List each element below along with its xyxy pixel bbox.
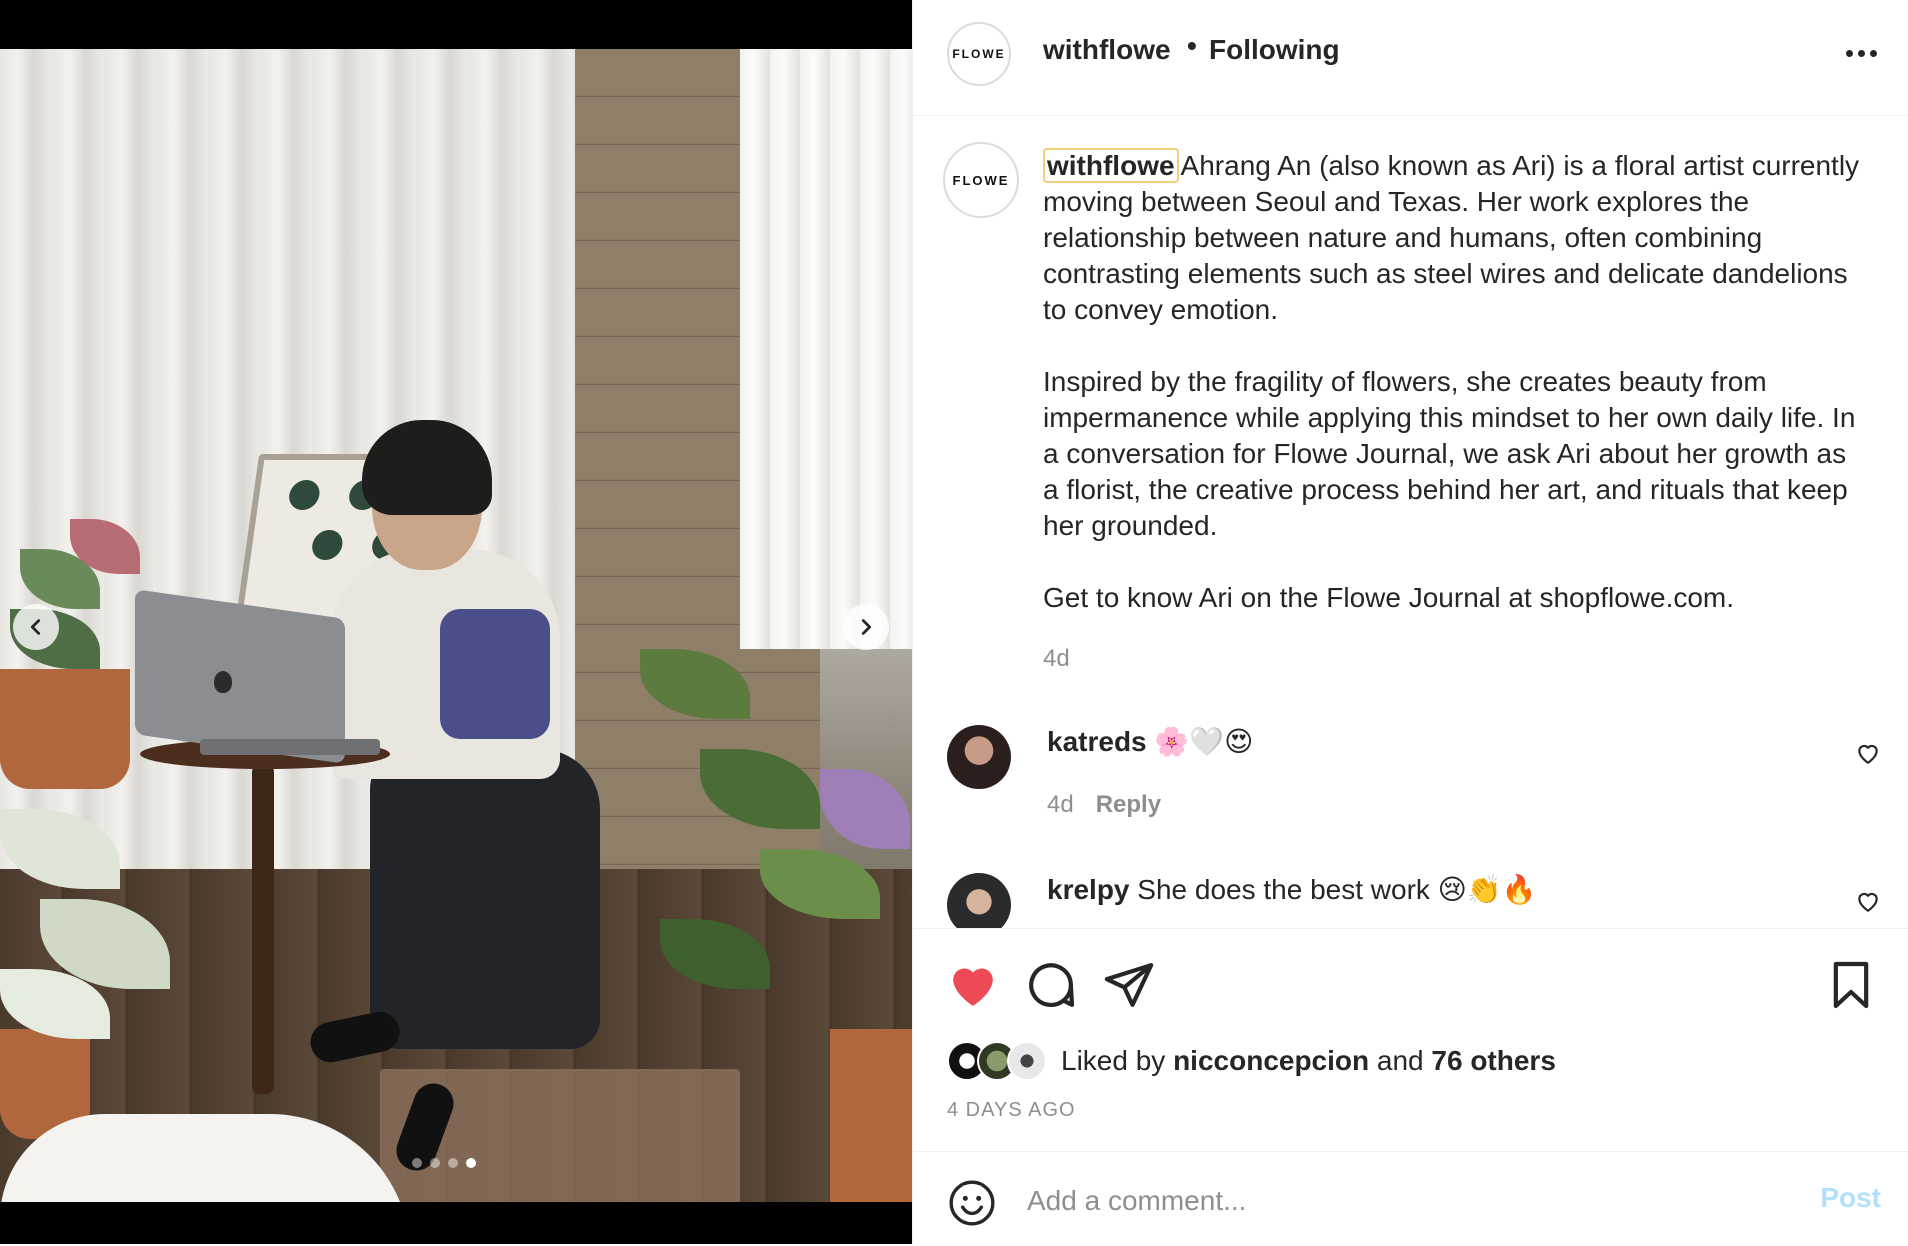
chevron-left-icon <box>30 619 41 635</box>
next-slide-button[interactable] <box>843 604 889 650</box>
heart-outline-icon <box>1858 744 1878 764</box>
reply-button[interactable]: Reply <box>1096 791 1161 818</box>
comment-button[interactable] <box>1023 957 1079 1013</box>
likes-joiner: and <box>1376 1045 1424 1076</box>
post-date[interactable]: 4 DAYS AGO <box>947 1099 1076 1122</box>
post-comment-button[interactable]: Post <box>1820 1182 1881 1214</box>
heart-outline-icon <box>1858 892 1878 912</box>
caption-timestamp[interactable]: 4d <box>1043 645 1070 673</box>
avatar-logo-text: FLOWE <box>952 172 1010 188</box>
more-icon <box>1845 49 1853 57</box>
profile-avatar[interactable]: FLOWE <box>947 22 1011 86</box>
liker-username[interactable]: nicconcepcion <box>1173 1045 1369 1076</box>
carousel-indicator <box>412 1158 476 1168</box>
chevron-right-icon <box>861 619 872 635</box>
avatar-logo-text: FLOWE <box>952 47 1006 61</box>
others-likes-link[interactable]: 76 others <box>1431 1045 1556 1076</box>
bookmark-icon <box>1833 961 1869 1009</box>
like-button[interactable] <box>945 957 1001 1013</box>
caption-paragraph-2: Inspired by the fragility of flowers, sh… <box>1043 366 1856 541</box>
comment-username[interactable]: krelpy <box>1047 874 1130 905</box>
carousel-dot-active <box>466 1158 476 1168</box>
previous-slide-button[interactable] <box>13 604 59 650</box>
caption-paragraph-3: Get to know Ari on the Flowe Journal at … <box>1043 582 1735 613</box>
caption-username[interactable]: withflowe <box>1043 148 1179 183</box>
post-author-username[interactable]: withflowe <box>1043 34 1171 66</box>
comment-input[interactable] <box>1025 1176 1729 1226</box>
share-button[interactable] <box>1101 957 1157 1013</box>
post-caption: withflowe Ahrang An (also known as Ari) i… <box>1043 148 1863 616</box>
emoji-button[interactable] <box>947 1178 997 1228</box>
post-actions: Liked by nicconcepcion and 76 others 4 D… <box>913 928 1908 1245</box>
smiley-icon <box>949 1180 995 1226</box>
commenter-avatar[interactable] <box>947 873 1011 928</box>
liked-by-label: Liked by <box>1061 1045 1166 1076</box>
post-media <box>0 0 912 1244</box>
comment-username[interactable]: katreds <box>1047 726 1147 757</box>
post-photo <box>0 49 912 1202</box>
comment-item: krelpy She does the best work 😢👏🔥 <box>913 873 1908 928</box>
comment-like-button[interactable] <box>1855 888 1881 914</box>
carousel-dot <box>430 1158 440 1168</box>
likes-summary: Liked by nicconcepcion and 76 others <box>947 1039 1556 1083</box>
carousel-dot <box>448 1158 458 1168</box>
heart-filled-icon <box>953 968 993 1006</box>
comment-text: 🌸🤍😍 <box>1154 726 1254 757</box>
post-details-panel: FLOWE withflowe • Following FLOWE withfl… <box>912 0 1908 1245</box>
more-options-button[interactable] <box>1837 38 1885 68</box>
comment-bubble-icon <box>1029 963 1075 1007</box>
paper-plane-icon <box>1104 963 1154 1007</box>
header-separator: • <box>1187 30 1197 61</box>
liker-avatar[interactable] <box>1007 1041 1047 1081</box>
following-button[interactable]: Following <box>1209 34 1340 66</box>
comment-like-button[interactable] <box>1855 740 1881 766</box>
comment-time: 4d <box>1047 791 1074 818</box>
caption-avatar[interactable]: FLOWE <box>943 142 1019 218</box>
post-header: FLOWE withflowe • Following <box>913 0 1908 116</box>
comment-text: She does the best work 😢👏🔥 <box>1137 874 1537 905</box>
commenter-avatar[interactable] <box>947 725 1011 789</box>
add-comment-bar: Post <box>913 1151 1908 1246</box>
save-button[interactable] <box>1823 957 1879 1013</box>
carousel-dot <box>412 1158 422 1168</box>
